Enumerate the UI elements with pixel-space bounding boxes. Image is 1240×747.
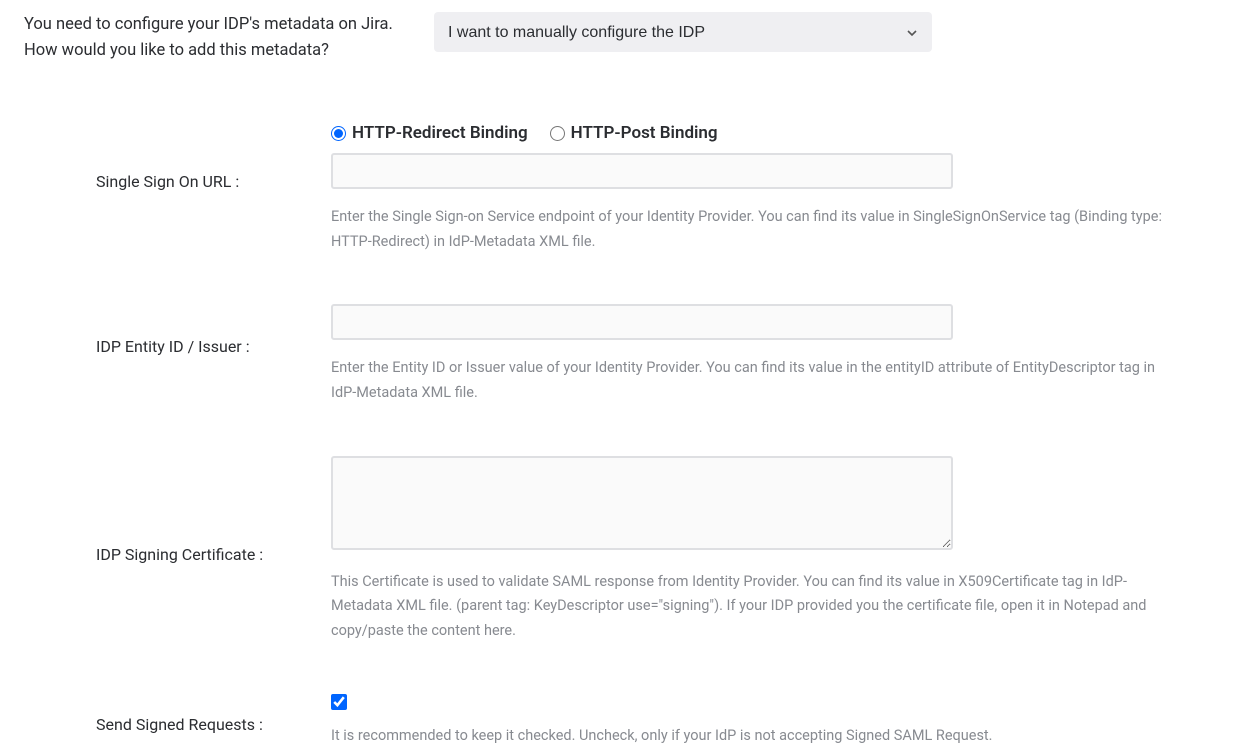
http-post-label: HTTP-Post Binding xyxy=(571,123,718,143)
entity-id-hint: Enter the Entity ID or Issuer value of y… xyxy=(331,356,1171,405)
metadata-mode-select[interactable]: I want to manually configure the IDP xyxy=(434,12,932,52)
entity-id-input[interactable] xyxy=(331,304,953,340)
metadata-select-wrap: I want to manually configure the IDP xyxy=(434,12,932,52)
send-signed-checkbox[interactable] xyxy=(331,694,347,710)
send-signed-label: Send Signed Requests : xyxy=(96,694,331,736)
http-redirect-label: HTTP-Redirect Binding xyxy=(352,123,528,143)
binding-redirect-radio-item[interactable]: HTTP-Redirect Binding xyxy=(331,123,528,143)
entity-id-label: IDP Entity ID / Issuer : xyxy=(96,304,331,358)
http-redirect-radio[interactable] xyxy=(331,126,346,141)
send-signed-hint: It is recommended to keep it checked. Un… xyxy=(331,724,993,747)
http-post-radio[interactable] xyxy=(550,126,565,141)
sso-url-input[interactable] xyxy=(331,153,953,189)
binding-post-radio-item[interactable]: HTTP-Post Binding xyxy=(550,123,718,143)
signing-cert-label: IDP Signing Certificate : xyxy=(96,456,331,566)
signing-cert-hint: This Certificate is used to validate SAM… xyxy=(331,570,1171,644)
sso-url-label: Single Sign On URL : xyxy=(96,123,331,193)
metadata-prompt-text: You need to configure your IDP's metadat… xyxy=(24,12,394,63)
signing-cert-textarea[interactable] xyxy=(331,456,953,550)
sso-url-hint: Enter the Single Sign-on Service endpoin… xyxy=(331,205,1171,254)
